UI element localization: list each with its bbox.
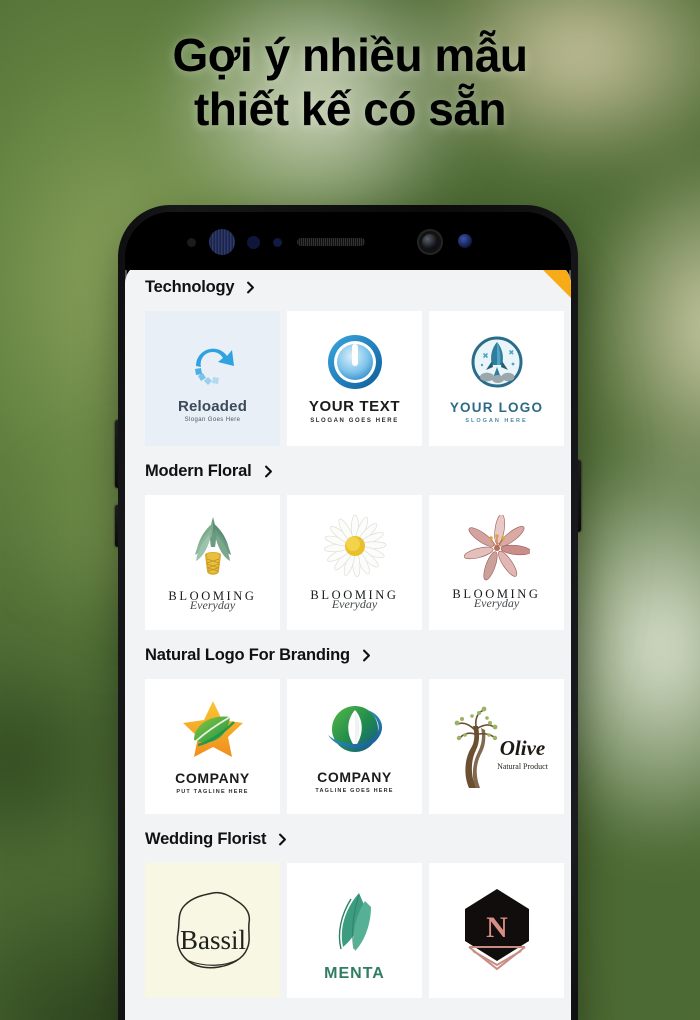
logo-slogan: SLOGAN GOES HERE [310, 418, 399, 424]
reload-arrow-icon [194, 348, 234, 385]
chevron-right-icon [247, 281, 255, 294]
leaf-swoosh-circle-icon [327, 706, 382, 752]
logo-name: Olive [499, 736, 546, 760]
logo-slogan: Slogan Goes Here [184, 417, 241, 423]
logo-card[interactable]: YOUR LOGO SLOGAN HERE [429, 311, 564, 446]
logo-card[interactable]: Reloaded Slogan Goes Here [145, 311, 280, 446]
section-title: Wedding Florist [145, 830, 267, 848]
section-header-modern-floral[interactable]: Modern Floral [125, 446, 571, 495]
pineapple-plant-icon [194, 516, 231, 575]
phone-body: Technology Reloaded Slogan Goes Here YOU… [118, 205, 578, 1020]
star-leaf-icon [182, 701, 243, 757]
logo-card[interactable]: N [429, 863, 564, 998]
light-sensor-icon [247, 236, 260, 249]
app-screen: Technology Reloaded Slogan Goes Here YOU… [125, 262, 571, 1020]
section-title: Technology [145, 278, 235, 296]
logo-slogan: Natural Product [497, 762, 548, 771]
hand-drawn-badge-icon: Bassil [176, 891, 250, 969]
logo-slogan: PUT TAGLINE HERE [176, 789, 249, 795]
phone-mockup: Technology Reloaded Slogan Goes Here YOU… [115, 205, 581, 1020]
section-title: Modern Floral [145, 462, 252, 480]
card-row-modern-floral: BLOOMING Everyday BLOOMING Everyday BLOO… [125, 495, 571, 630]
logo-card[interactable]: COMPANY PUT TAGLINE HERE [145, 679, 280, 814]
logo-name: Reloaded [177, 398, 248, 415]
card-row-technology: Reloaded Slogan Goes Here YOUR TEXT SLOG… [125, 311, 571, 446]
logo-slogan: Everyday [331, 596, 378, 611]
power-button-icon [327, 335, 382, 389]
phone-sensor-bar [125, 212, 571, 270]
section-title: Natural Logo For Branding [145, 646, 350, 664]
rocket-badge-icon [471, 336, 522, 387]
logo-slogan: TAGLINE GOES HERE [315, 788, 394, 794]
hexagon-monogram-icon: N [464, 889, 529, 971]
lily-flower-icon [463, 514, 530, 580]
logo-name: YOUR TEXT [308, 398, 401, 415]
headline-line-2: thiết kế có sẵn [193, 83, 507, 136]
promo-headline: Gợi ý nhiều mẫu thiết kế có sẵn [0, 28, 700, 137]
logo-card[interactable]: BLOOMING Everyday [145, 495, 280, 630]
logo-name: COMPANY [317, 769, 392, 785]
logo-card[interactable]: BLOOMING Everyday [287, 495, 422, 630]
camera-lens-icon [422, 234, 438, 250]
olive-tree-icon [454, 706, 498, 788]
logo-name-glyph: Bassil [179, 925, 245, 955]
logo-slogan: Everyday [189, 597, 236, 612]
card-row-natural-logo: COMPANY PUT TAGLINE HERE COMPANY TAGLINE… [125, 679, 571, 814]
logo-slogan: SLOGAN HERE [465, 417, 528, 424]
iris-scanner-icon [209, 229, 235, 255]
chevron-right-icon [279, 833, 287, 846]
logo-slogan: Everyday [473, 595, 520, 610]
front-camera-icon [417, 229, 443, 255]
chevron-right-icon [264, 465, 272, 478]
logo-card[interactable]: BLOOMING Everyday [429, 495, 564, 630]
logo-card[interactable]: Bassil [145, 863, 280, 998]
chevron-right-icon [362, 649, 370, 662]
proximity-sensor-icon [187, 238, 196, 247]
daisy-flower-icon [323, 514, 386, 577]
logo-name: MENTA [324, 965, 385, 982]
infrared-sensor-icon [458, 234, 472, 248]
earpiece-speaker-icon [297, 238, 365, 246]
logo-name: COMPANY [175, 770, 250, 786]
logo-card[interactable]: MENTA [287, 863, 422, 998]
logo-card[interactable]: COMPANY TAGLINE GOES HERE [287, 679, 422, 814]
section-header-wedding-florist[interactable]: Wedding Florist [125, 814, 571, 863]
headline-line-1: Gợi ý nhiều mẫu [172, 29, 528, 81]
card-row-wedding-florist: Bassil MENTA N [125, 863, 571, 998]
mint-leaf-icon [338, 893, 371, 951]
logo-name: YOUR LOGO [449, 399, 544, 415]
section-header-natural-logo[interactable]: Natural Logo For Branding [125, 630, 571, 679]
logo-monogram-glyph: N [486, 911, 508, 944]
led-indicator-icon [273, 238, 282, 247]
phone-display: Technology Reloaded Slogan Goes Here YOU… [125, 212, 571, 1020]
logo-card[interactable]: YOUR TEXT SLOGAN GOES HERE [287, 311, 422, 446]
logo-card[interactable]: Olive Natural Product [429, 679, 564, 814]
